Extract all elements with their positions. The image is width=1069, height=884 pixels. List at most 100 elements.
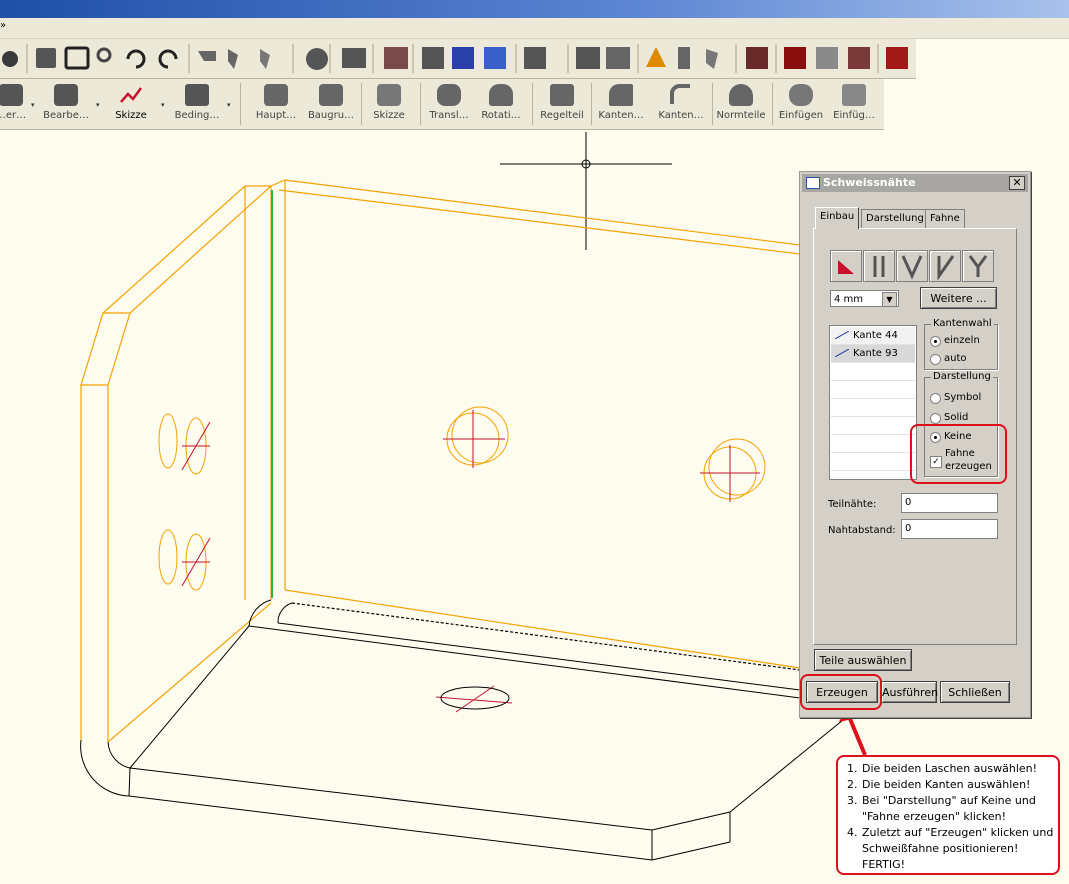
window-icon <box>64 46 90 70</box>
weld-size-select[interactable]: 4 mm ▼ <box>830 290 899 307</box>
highlight-create-button <box>800 674 882 710</box>
toolbar-btn-sketch2[interactable]: Skizze <box>366 79 412 129</box>
list-item <box>831 399 915 417</box>
fillet-weld-button[interactable] <box>830 250 862 282</box>
box-grey-icon <box>422 47 444 69</box>
sketch-icon <box>120 87 143 103</box>
shaded-icon <box>784 47 806 69</box>
instruction-step: Bei "Darstellung" auf Keine und "Fahne e… <box>861 793 1054 825</box>
y-weld-button[interactable] <box>962 250 994 282</box>
render-box-icon <box>746 47 768 69</box>
instruction-note: Die beiden Laschen auswählen! Die beiden… <box>836 755 1060 875</box>
bevel-weld-icon <box>937 255 955 281</box>
edge-list[interactable]: Kante 44 Kante 93 <box>829 325 917 480</box>
constraints-icon <box>185 84 209 106</box>
chevron-down-icon[interactable]: ▾ <box>161 101 167 109</box>
assembly-icon <box>342 48 366 68</box>
insert-icon <box>789 84 813 106</box>
tab-einbau[interactable]: Einbau <box>815 207 860 229</box>
undo-icon <box>126 49 146 69</box>
list-item <box>831 363 915 381</box>
list-item[interactable]: Kante 44 <box>831 327 915 345</box>
square-weld-button[interactable] <box>863 250 895 282</box>
redo-icon <box>158 49 178 69</box>
select-parts-button[interactable]: Teile auswählen <box>814 649 912 671</box>
menu-overflow-icon[interactable]: » <box>0 20 6 31</box>
list-item <box>831 381 915 399</box>
part-icon <box>2 51 18 67</box>
nahtabstand-field[interactable]: 0 <box>901 519 998 539</box>
rotate-view-icon <box>198 51 216 61</box>
list-item[interactable]: Kante 93 <box>831 345 915 363</box>
assembly-group-icon <box>319 84 343 106</box>
toolbar-btn-constraints[interactable]: Beding… <box>170 79 224 129</box>
sphere-icon <box>306 48 328 70</box>
pan-icon <box>228 49 238 69</box>
list-item <box>831 435 915 453</box>
zoom-icon <box>96 47 112 63</box>
measure-icon <box>678 47 690 69</box>
edit-icon <box>54 84 78 106</box>
axis-icon <box>646 47 666 67</box>
standard-parts-icon <box>729 84 753 106</box>
v-weld-button[interactable] <box>896 250 928 282</box>
chevron-down-icon[interactable]: ▾ <box>31 101 37 109</box>
toolbar-btn-edge1[interactable]: Kanten… <box>594 79 648 129</box>
more-button[interactable]: Weitere ... <box>920 287 997 309</box>
chevron-down-icon[interactable]: ▼ <box>882 292 897 307</box>
toolbar-btn-main[interactable]: Haupt… <box>250 79 302 129</box>
toolbar-btn-sketch[interactable]: Skizze <box>106 79 156 129</box>
dialog-title-bar[interactable]: Schweissnähte ✕ <box>802 174 1028 192</box>
menu-bar: » <box>0 18 1069 39</box>
toolbar-btn-standard[interactable]: Normteile <box>714 79 768 129</box>
hidden-icon <box>848 47 870 69</box>
revolve-icon <box>489 84 513 106</box>
ruled-part-icon <box>550 84 574 106</box>
toolbar-btn-assembly[interactable]: Baugru… <box>304 79 358 129</box>
insert-file-icon <box>842 84 866 106</box>
chevron-down-icon[interactable]: ▾ <box>96 101 102 109</box>
tab-fahne[interactable]: Fahne <box>925 209 965 228</box>
extrude-icon <box>437 84 461 106</box>
main-part-icon <box>264 84 288 106</box>
close-button[interactable]: Schließen <box>940 681 1010 703</box>
toolbar-btn-revolve[interactable]: Rotati… <box>476 79 526 129</box>
toolbar-btn-edge2[interactable]: Kanten… <box>654 79 708 129</box>
instruction-step: Zuletzt auf "Erzeugen" klicken und Schwe… <box>861 825 1054 873</box>
execute-button[interactable]: Ausführen <box>881 681 938 703</box>
toolbar-btn-insert[interactable]: Einfügen <box>776 79 826 129</box>
list-item <box>831 453 915 471</box>
close-icon[interactable]: ✕ <box>1009 176 1025 190</box>
chevron-down-icon[interactable]: ▾ <box>227 101 233 109</box>
teilnaehte-field[interactable]: 0 <box>901 493 998 513</box>
toolbar-btn-edit[interactable]: Bearbe… <box>40 79 92 129</box>
window-title-bar <box>0 0 1069 18</box>
toolbar-btn-extrude[interactable]: Transl… <box>424 79 474 129</box>
toolbar-empty-area <box>916 39 1069 79</box>
v-weld-icon <box>901 255 923 280</box>
hole-axes <box>181 410 760 713</box>
box-blue2-icon <box>484 47 506 69</box>
instruction-step: Die beiden Kanten auswählen! <box>861 777 1054 793</box>
instruction-step: Die beiden Laschen auswählen! <box>861 761 1054 777</box>
bevel-weld-button[interactable] <box>929 250 961 282</box>
mirror-icon <box>606 47 630 69</box>
flange-holes <box>158 406 766 591</box>
toolbar-btn-ruled[interactable]: Regelteil <box>536 79 588 129</box>
feature-icon <box>0 84 23 106</box>
fillet-weld-icon <box>838 260 854 274</box>
print-preview-icon <box>36 48 56 68</box>
edge-chamfer-icon <box>670 84 690 104</box>
sheet-icon <box>524 47 546 69</box>
edge-icon <box>835 331 849 339</box>
standard-toolbar-icons[interactable] <box>0 39 916 78</box>
tab-darstellung[interactable]: Darstellung <box>861 209 929 228</box>
list-item <box>831 417 915 435</box>
sketch-plane-icon <box>377 84 401 106</box>
box-red-icon <box>384 47 408 69</box>
side-flange <box>80 185 272 743</box>
toolbar-btn-insert2[interactable]: Einfüg… <box>828 79 880 129</box>
nahtabstand-label: Nahtabstand: <box>828 525 896 536</box>
teilnaehte-label: Teilnähte: <box>828 499 877 510</box>
toolbar-btn-0[interactable]: …er… <box>0 79 30 129</box>
